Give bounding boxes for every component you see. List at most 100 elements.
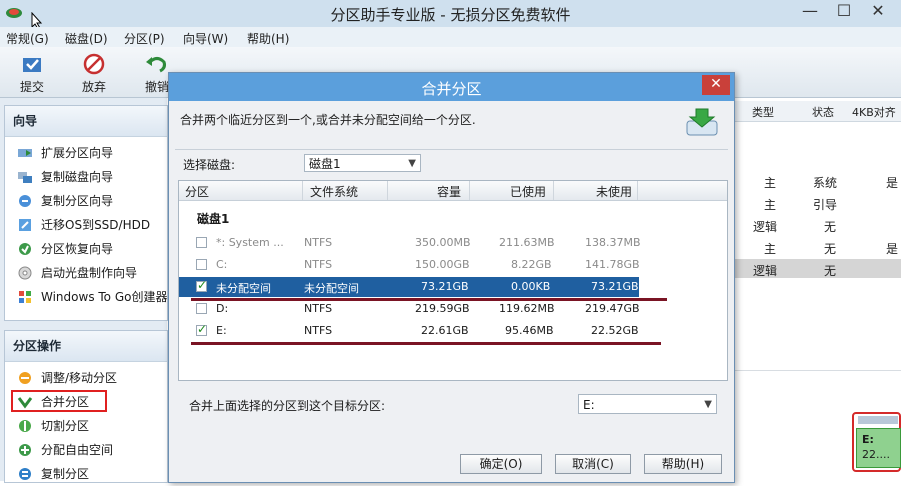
wizard-item-migrate-os[interactable]: 迁移OS到SSD/HDD — [5, 213, 167, 237]
ok-button[interactable]: 确定(O) — [460, 454, 542, 474]
cell-filesystem: NTFS — [304, 324, 333, 337]
table-cell: 无 — [824, 220, 837, 234]
table-cell: 无 — [824, 264, 837, 278]
wizard-item-label: 复制磁盘向导 — [41, 170, 114, 184]
disk-map-label: E: — [862, 433, 874, 446]
wizard-item-recovery[interactable]: 分区恢复向导 — [5, 237, 167, 261]
wizard-item-boot-cd[interactable]: 启动光盘制作向导 — [5, 261, 167, 285]
disk-map-bar — [858, 416, 898, 424]
op-item-resize[interactable]: 调整/移动分区 — [5, 366, 167, 390]
menu-partition[interactable]: 分区(P) — [124, 30, 165, 47]
disk-group-label: 磁盘1 — [197, 212, 230, 226]
discard-label: 放弃 — [81, 80, 106, 94]
extend-partition-icon — [18, 149, 32, 157]
row-checkbox-checked[interactable] — [196, 278, 207, 292]
row-checkbox[interactable] — [196, 237, 207, 248]
windows-icon — [19, 291, 31, 303]
col-status-header[interactable]: 状态 — [812, 104, 834, 120]
allocate-icon — [19, 444, 31, 456]
op-item-label: 调整/移动分区 — [41, 371, 118, 385]
submit-label: 提交 — [19, 80, 44, 94]
table-cell: 逻辑 — [753, 220, 778, 234]
select-disk-value: 磁盘1 — [309, 157, 341, 171]
table-cell: 是 — [886, 176, 899, 190]
discard-icon — [83, 53, 105, 75]
op-item-copy[interactable]: 复制分区 — [5, 462, 167, 486]
table-row[interactable]: E: NTFS 22.61GB 95.46MB 22.52GB — [179, 321, 727, 341]
row-checkbox[interactable] — [196, 259, 207, 270]
merge-large-icon — [686, 108, 718, 136]
table-cell: 主 — [764, 242, 777, 256]
minimize-button[interactable]: — — [792, 0, 828, 24]
wizard-item-extend[interactable]: 扩展分区向导 — [5, 141, 167, 165]
cell-capacity: 73.21GB — [421, 280, 469, 293]
wizard-item-copy-partition[interactable]: 复制分区向导 — [5, 189, 167, 213]
dialog-description: 合并两个临近分区到一个,或合并未分配空间给一个分区. — [180, 113, 476, 127]
wizard-item-label: 迁移OS到SSD/HDD — [41, 218, 151, 232]
chevron-down-icon: ▼ — [408, 158, 416, 169]
disk-map-divider — [733, 370, 901, 371]
column-separator — [469, 181, 470, 200]
table-row[interactable]: C: NTFS 150.00GB 8.22GB 141.78GB — [179, 255, 727, 275]
migrate-os-icon — [19, 219, 31, 231]
col-filesystem[interactable]: 文件系统 — [310, 183, 358, 200]
cell-filesystem: 未分配空间 — [304, 282, 359, 295]
discard-button[interactable]: 放弃 — [72, 52, 116, 95]
submit-button[interactable]: 提交 — [10, 52, 54, 95]
menu-help[interactable]: 帮助(H) — [247, 30, 289, 47]
row-checkbox[interactable] — [196, 303, 207, 314]
col-capacity[interactable]: 容量 — [437, 183, 461, 200]
col-free[interactable]: 未使用 — [596, 183, 632, 200]
op-item-label: 分配自由空间 — [41, 443, 114, 457]
cell-free: 22.52GB — [591, 324, 639, 337]
table-row[interactable]: *: System ... NTFS 350.00MB 211.63MB 138… — [179, 233, 727, 253]
wizard-item-copy-disk[interactable]: 复制磁盘向导 — [5, 165, 167, 189]
table-row-selected[interactable]: 未分配空间 未分配空间 73.21GB 0.00KB 73.21GB — [179, 277, 639, 297]
wizard-item-label: 分区恢复向导 — [41, 242, 114, 256]
table-cell: 主 — [764, 198, 777, 212]
merge-partition-dialog: 合并分区 ✕ 合并两个临近分区到一个,或合并未分配空间给一个分区. 选择磁盘: … — [168, 72, 735, 483]
menu-wizard[interactable]: 向导(W) — [183, 30, 228, 47]
split-icon — [19, 420, 31, 432]
table-cell: 是 — [886, 242, 899, 256]
window-title: 分区助手专业版 - 无损分区免费软件 — [330, 6, 571, 24]
op-item-split[interactable]: 切割分区 — [5, 414, 167, 438]
table-row[interactable]: D: NTFS 219.59GB 119.62MB 219.47GB — [179, 299, 727, 319]
col-partition[interactable]: 分区 — [185, 183, 209, 200]
restore-button[interactable]: ☐ — [826, 0, 862, 24]
dialog-close-button[interactable]: ✕ — [702, 75, 730, 95]
ops-section-title: 分区操作 — [5, 331, 167, 362]
menu-general[interactable]: 常规(G) — [6, 30, 49, 47]
cell-free: 73.21GB — [591, 280, 639, 293]
submit-icon — [23, 58, 41, 72]
column-separator — [553, 181, 554, 200]
col-4k-header[interactable]: 4KB对齐 — [852, 104, 896, 120]
chevron-down-icon: ▼ — [704, 399, 712, 410]
window-close-button[interactable]: ✕ — [860, 0, 896, 24]
cell-free: 141.78GB — [585, 258, 640, 271]
cell-capacity: 150.00GB — [415, 258, 470, 271]
copy-icon — [19, 468, 31, 480]
cell-used: 95.46MB — [505, 324, 554, 337]
wizard-item-label: Windows To Go创建器 — [41, 290, 168, 304]
help-button[interactable]: 帮助(H) — [644, 454, 722, 474]
wizard-item-label: 启动光盘制作向导 — [41, 266, 138, 280]
row-checkbox-checked[interactable] — [196, 322, 207, 336]
table-cell: 逻辑 — [753, 264, 778, 278]
table-cell: 无 — [824, 242, 837, 256]
column-separator — [387, 181, 388, 200]
wizard-item-windows-to-go[interactable]: Windows To Go创建器 — [5, 285, 167, 309]
col-used[interactable]: 已使用 — [510, 183, 546, 200]
copy-partition-icon — [19, 195, 31, 207]
select-disk-dropdown[interactable]: 磁盘1 ▼ — [304, 154, 421, 172]
target-partition-dropdown[interactable]: E: ▼ — [578, 394, 717, 414]
cancel-button[interactable]: 取消(C) — [555, 454, 631, 474]
col-type-header[interactable]: 类型 — [752, 104, 774, 120]
wizard-item-label: 扩展分区向导 — [41, 146, 114, 160]
cell-used: 119.62MB — [499, 302, 555, 315]
cell-used: 211.63MB — [499, 236, 555, 249]
wizard-section: 向导 扩展分区向导 复制磁盘向导 复制分区向导 迁移OS到SSD/HDD 分区恢… — [4, 105, 168, 321]
menu-disk[interactable]: 磁盘(D) — [65, 30, 108, 47]
op-item-allocate[interactable]: 分配自由空间 — [5, 438, 167, 462]
cell-capacity: 350.00MB — [415, 236, 471, 249]
